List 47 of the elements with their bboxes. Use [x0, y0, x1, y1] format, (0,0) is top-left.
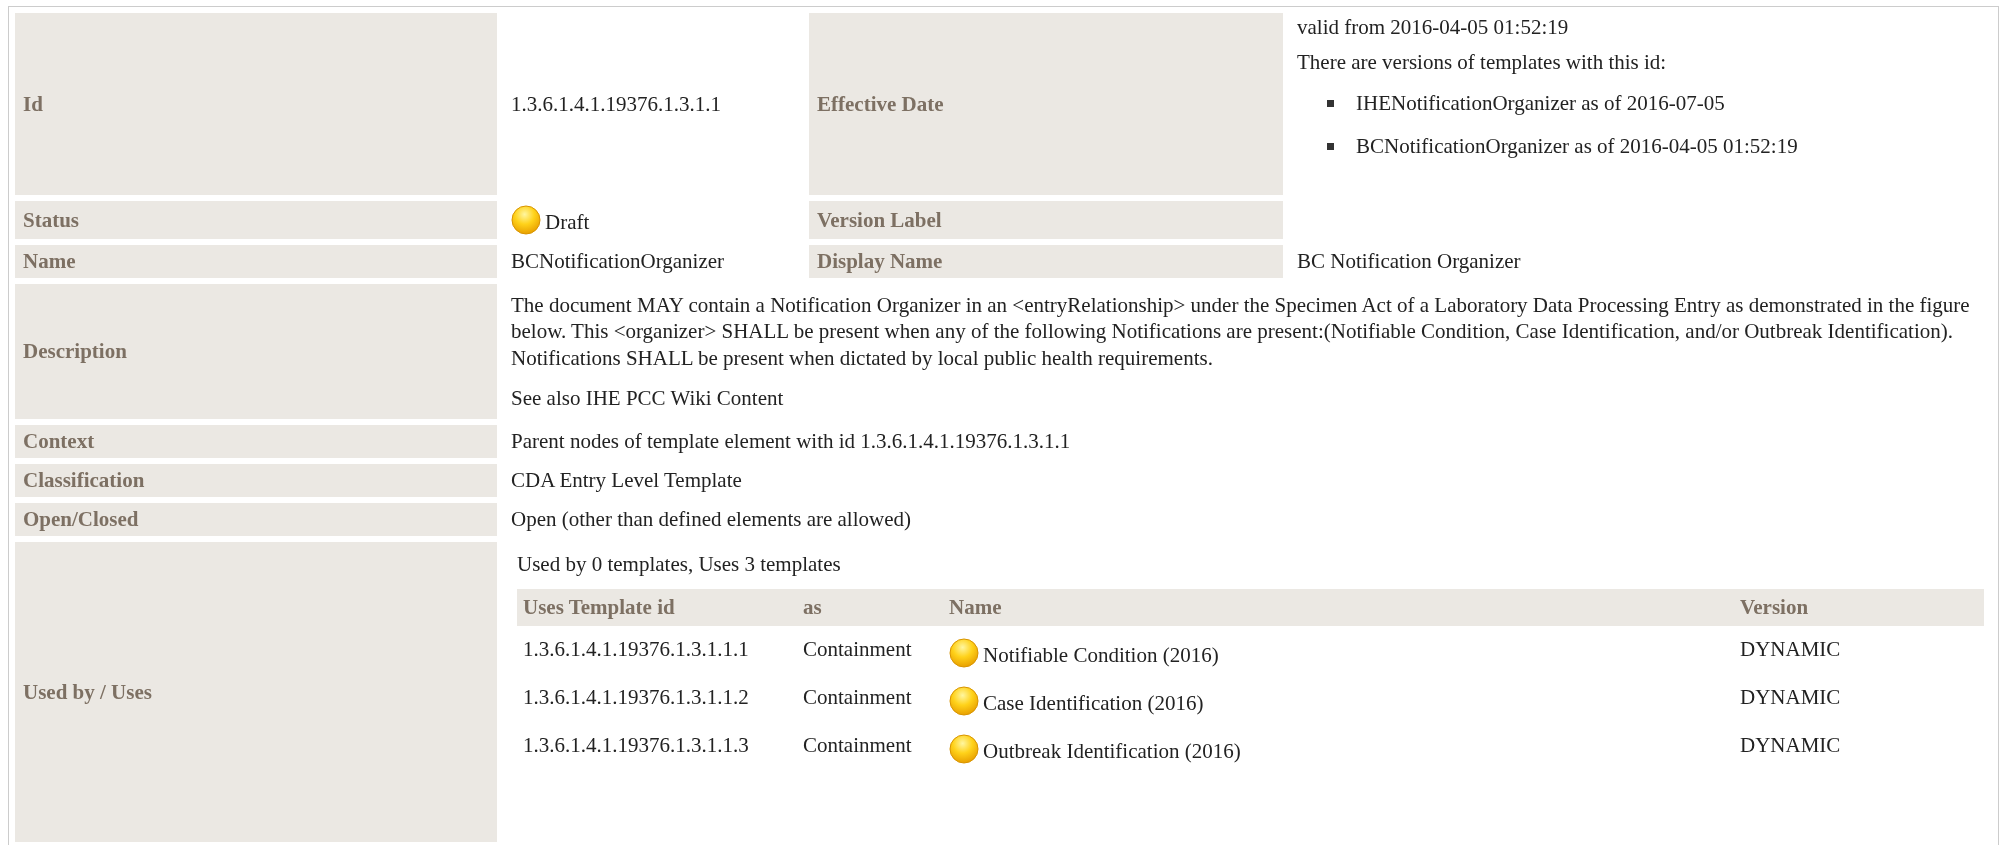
table-cell-text: Containment [802, 731, 913, 759]
table-cell-text: 1.3.6.1.4.1.19376.1.3.1.1.1 [522, 635, 750, 663]
field-value: BC Notification Organizer [1296, 248, 1522, 275]
valid-from-text: valid from 2016-04-05 01:52:19 [1297, 15, 1570, 40]
field-label: Name [15, 245, 497, 278]
table-cell-text: Containment [802, 683, 913, 711]
table-cell-text: DYNAMIC [1739, 731, 1842, 759]
table-cell-text: Containment [802, 635, 913, 663]
field-value: 1.3.6.1.4.1.19376.1.3.1.1 [510, 90, 722, 118]
table-cell-text: DYNAMIC [1739, 683, 1842, 711]
field-label: Used by / Uses [15, 542, 497, 842]
bullet-icon [1327, 100, 1334, 107]
status-icon [949, 686, 979, 716]
bullet-icon [1327, 143, 1334, 150]
field-label: Description [15, 284, 497, 419]
field-value: Parent nodes of template element with id 1.3.6.1.4.1.19376.1.3.1.1 [510, 428, 1072, 455]
table-cell-text: DYNAMIC [1739, 635, 1842, 663]
table-cell-text: 1.3.6.1.4.1.19376.1.3.1.1.2 [522, 683, 750, 711]
column-header: Uses Template id [517, 589, 797, 626]
column-header: Name [943, 589, 1734, 626]
field-label: Status [15, 201, 497, 239]
field-value: Open (other than defined elements are allowed) [510, 506, 912, 533]
status-icon [949, 638, 979, 668]
field-label: Classification [15, 464, 497, 497]
usage-summary: Used by 0 templates, Uses 3 templates [517, 552, 842, 577]
column-header: as [797, 589, 943, 626]
field-label: Id [15, 13, 497, 195]
field-value: CDA Entry Level Template [510, 467, 743, 494]
see-also-text: See also IHE PCC Wiki Content [511, 384, 784, 411]
field-label: Context [15, 425, 497, 458]
field-label: Version Label [809, 201, 1283, 239]
column-header: Version [1734, 589, 1984, 626]
version-item: IHENotificationOrganizer as of 2016-07-05 [1356, 91, 1725, 116]
template-link[interactable]: Notifiable Condition (2016) [983, 643, 1219, 668]
status-icon [949, 734, 979, 764]
template-link[interactable]: Outbreak Identification (2016) [983, 739, 1241, 764]
version-item: BCNotificationOrganizer as of 2016-04-05 01:52:19 [1356, 134, 1798, 159]
field-label: Display Name [809, 245, 1283, 278]
table-cell-text: 1.3.6.1.4.1.19376.1.3.1.1.3 [522, 731, 750, 759]
versions-heading: There are versions of templates with this id: [1297, 50, 1668, 75]
status-text: Draft [545, 210, 590, 235]
status-icon [511, 205, 541, 235]
field-label: Effective Date [809, 13, 1283, 195]
field-value: BCNotificationOrganizer [510, 248, 726, 275]
field-label: Open/Closed [15, 503, 497, 536]
description-text: The document MAY contain a Notification Organizer in an <entryRelationship> under the Specimen Act of a Laboratory Data Processing Entry as demonstrated in the figure below. This <organizer> SHALL be present when any of the following Notifications are present:(Notifiable Condition, Case Identification, and/or Outbreak Identification). Notifications SHALL be present when dictated by local public health requirements. [511, 292, 1971, 371]
template-link[interactable]: Case Identification (2016) [983, 691, 1204, 716]
